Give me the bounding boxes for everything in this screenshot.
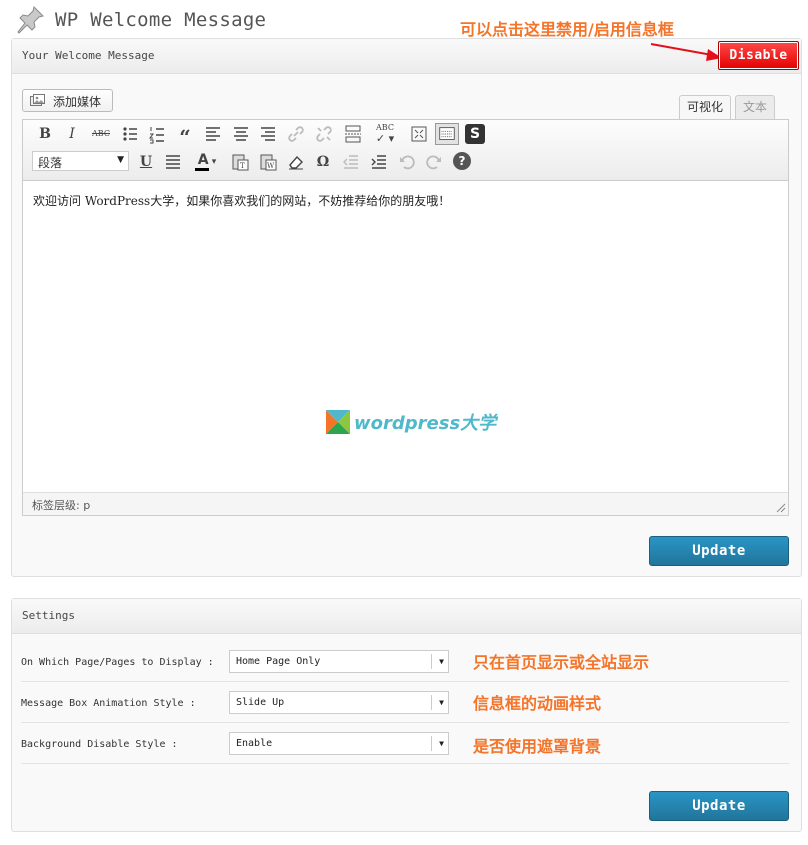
paste-word-icon[interactable]: W	[258, 152, 278, 172]
add-media-label: 添加媒体	[53, 95, 102, 109]
italic-icon[interactable]: I	[62, 124, 82, 144]
indent-icon[interactable]	[369, 152, 389, 172]
fullscreen-icon[interactable]	[409, 124, 429, 144]
rich-text-editor[interactable]: B I ABC “ ABC ✓ ▾ S 段落 ▼ U A ▾ T W Ω ? 欢迎…	[22, 119, 789, 516]
clear-format-icon[interactable]	[286, 152, 306, 172]
format-select-value: 段落	[38, 156, 63, 170]
row-divider	[21, 763, 789, 764]
row-divider	[21, 722, 789, 723]
shortcode-icon[interactable]: S	[465, 124, 485, 144]
add-media-button[interactable]: 添加媒体	[22, 89, 113, 112]
bold-icon[interactable]: B	[35, 124, 55, 144]
numbered-list-icon[interactable]	[147, 124, 167, 144]
blockquote-icon[interactable]: “	[175, 124, 195, 149]
select-value: Home Page Only	[236, 656, 321, 667]
update-settings-button[interactable]: Update	[649, 791, 789, 821]
watermark-text: wordpress大学	[354, 413, 497, 434]
annotation-animation-style: 信息框的动画样式	[473, 694, 602, 713]
setting-label-background-disable: Background Disable Style :	[21, 739, 178, 750]
disable-button[interactable]: Disable	[718, 41, 799, 70]
postbox-header: Settings	[12, 599, 801, 634]
format-select[interactable]: 段落 ▼	[32, 151, 129, 171]
editor-statusbar: 标签层级: p	[23, 492, 788, 515]
update-message-button[interactable]: Update	[649, 536, 789, 566]
tab-visual[interactable]: 可视化	[679, 95, 731, 120]
editor-toolbar: B I ABC “ ABC ✓ ▾ S 段落 ▼ U A ▾ T W Ω ?	[23, 120, 788, 181]
help-icon[interactable]: ?	[453, 152, 471, 170]
dropdown-arrow-icon: ▼	[439, 739, 444, 748]
text-color-icon[interactable]: A ▾	[191, 150, 223, 171]
annotation-background-disable: 是否使用遮罩背景	[473, 737, 602, 756]
outdent-icon[interactable]	[341, 152, 361, 172]
display-pages-select[interactable]: Home Page Only ▼	[229, 650, 449, 673]
animation-style-select[interactable]: Slide Up ▼	[229, 691, 449, 714]
underline-icon[interactable]: U	[136, 152, 156, 172]
align-right-icon[interactable]	[258, 124, 278, 144]
postbox-title: Your Welcome Message	[22, 49, 155, 62]
kitchen-sink-icon[interactable]	[435, 123, 459, 145]
paste-text-icon[interactable]: T	[230, 152, 250, 172]
background-disable-select[interactable]: Enable ▼	[229, 732, 449, 755]
dropdown-arrow-icon: ▼	[117, 155, 124, 165]
dropdown-arrow-icon: ▼	[439, 657, 444, 666]
read-more-icon[interactable]	[343, 124, 363, 144]
svg-text:T: T	[240, 162, 245, 170]
spellcheck-icon[interactable]: ABC ✓ ▾	[370, 122, 400, 144]
bullet-list-icon[interactable]	[120, 124, 140, 144]
pushpin-icon	[17, 6, 44, 34]
wordpress-daxue-logo	[326, 410, 350, 434]
editor-content[interactable]: 欢迎访问 WordPress大学，如果你喜欢我们的网站，不妨推荐给你的朋友哦！	[33, 192, 450, 209]
select-value: Slide Up	[236, 697, 285, 708]
setting-label-animation-style: Message Box Animation Style :	[21, 698, 196, 709]
justify-icon[interactable]	[163, 152, 183, 172]
element-path: 标签层级: p	[32, 499, 91, 512]
annotation-display-pages: 只在首页显示或全站显示	[473, 653, 650, 672]
strikethrough-icon[interactable]: ABC	[91, 124, 111, 144]
special-character-icon[interactable]: Ω	[313, 152, 333, 172]
page-title: WP Welcome Message	[55, 9, 267, 31]
select-value: Enable	[236, 738, 273, 749]
link-icon[interactable]	[286, 124, 306, 144]
undo-icon[interactable]	[397, 152, 417, 172]
resize-handle-icon[interactable]	[776, 503, 786, 513]
tab-text[interactable]: 文本	[735, 95, 775, 119]
dropdown-arrow-icon: ▼	[439, 698, 444, 707]
unlink-icon[interactable]	[314, 124, 334, 144]
align-left-icon[interactable]	[203, 124, 223, 144]
arrow-annotation	[650, 43, 722, 61]
row-divider	[21, 681, 789, 682]
redo-icon[interactable]	[424, 152, 444, 172]
settings-title: Settings	[22, 609, 75, 622]
svg-text:W: W	[267, 162, 275, 170]
setting-label-display-pages: On Which Page/Pages to Display :	[21, 657, 214, 668]
media-icon	[30, 94, 45, 106]
align-center-icon[interactable]	[231, 124, 251, 144]
